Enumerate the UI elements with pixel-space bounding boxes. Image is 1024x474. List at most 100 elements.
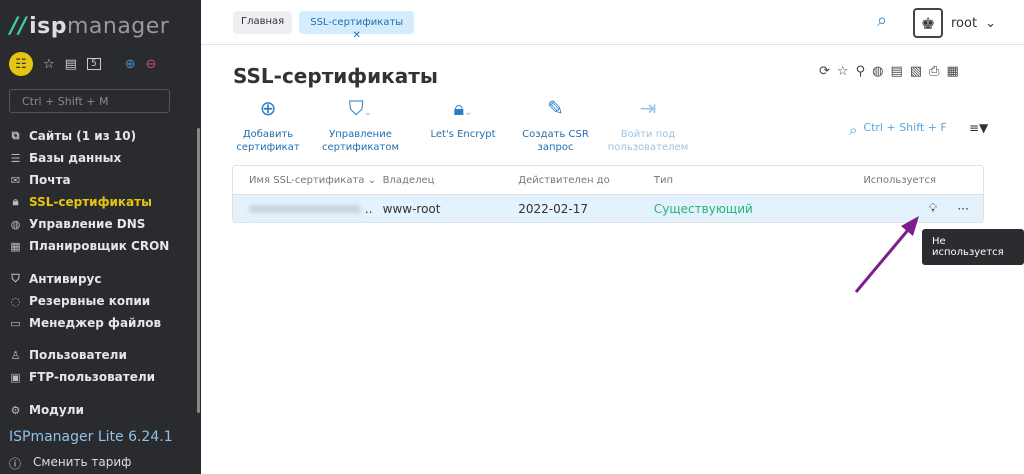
create-csr-button[interactable]: ✎Создать CSR запрос	[508, 102, 603, 154]
column-owner[interactable]: Владелец	[383, 175, 519, 186]
shield-icon: ⛉	[9, 272, 22, 286]
star-icon[interactable]: ☆	[837, 64, 849, 79]
menu-search-input[interactable]: Ctrl + Shift + M	[9, 89, 170, 113]
nav-databases[interactable]: ☰ Базы данных	[9, 151, 121, 165]
breadcrumb: Главная SSL-сертификаты ✕	[233, 11, 414, 34]
tariff-label: Сменить тариф	[33, 455, 131, 472]
cert-owner: www-root	[383, 202, 519, 216]
tree-icon[interactable]: ☷	[9, 52, 33, 76]
nav-label: SSL-сертификаты	[29, 195, 152, 209]
blurred-name	[249, 205, 361, 213]
scrollbar[interactable]	[197, 128, 200, 413]
counter-badge[interactable]: 5	[87, 58, 101, 70]
tab-label: SSL-сертификаты	[310, 17, 403, 28]
action-label: Let's Encrypt	[430, 129, 495, 140]
sidebar-toolbar: ☷ ☆ ▤ 5 ⊕ ⊖	[9, 52, 157, 76]
database-icon: ☰	[9, 152, 22, 165]
star-icon[interactable]: ☆	[43, 57, 55, 72]
nav-modules[interactable]: ⚙ Модули	[9, 403, 84, 417]
nav-label: Управление DNS	[29, 217, 145, 231]
user-icon: ♙	[9, 349, 22, 362]
pin-icon[interactable]: ⚲	[856, 64, 866, 79]
globe-icon[interactable]: ◍	[872, 64, 883, 79]
nav-sites[interactable]: ⧉ Сайты (1 из 10)	[9, 129, 136, 143]
nav-antivirus[interactable]: ⛉ Антивирус	[9, 272, 101, 286]
main-content: Главная SSL-сертификаты ✕ ⌕ ♚ root ⌄ SSL-с…	[201, 0, 1024, 474]
sidebar: //ispmanager ☷ ☆ ▤ 5 ⊕ ⊖ Ctrl + Shift + …	[0, 0, 201, 474]
nav-mail[interactable]: ✉Почта	[9, 173, 71, 187]
plus-circle-icon: ⊕	[233, 102, 303, 128]
close-icon[interactable]: ✕	[353, 30, 361, 41]
more-icon[interactable]: ···	[943, 202, 983, 216]
logo: //ispmanager	[10, 14, 169, 39]
nav-label: Модули	[29, 403, 84, 417]
tab-home[interactable]: Главная	[233, 11, 292, 34]
version-label: ISPmanager Lite 6.24.1	[9, 429, 173, 445]
user-menu[interactable]: ♚ root ⌄	[913, 8, 996, 38]
page-toolbar: ⟳ ☆ ⚲ ◍ ▤ ▧ ⎙ ▦	[819, 64, 959, 79]
nav-label: Базы данных	[29, 151, 121, 165]
folder-icon: ▭	[9, 317, 22, 330]
search-icon[interactable]: ⌕	[877, 10, 887, 31]
chevron-down-icon: ⌄	[985, 16, 996, 31]
avatar: ♚	[913, 8, 943, 38]
nav-label: Сайты (1 из 10)	[29, 129, 136, 143]
action-label: Управление сертификатом	[322, 129, 399, 153]
action-label: Добавить сертификат	[236, 129, 299, 153]
print-icon[interactable]: ⎙	[929, 64, 939, 79]
export-icon[interactable]: ▧	[910, 64, 922, 79]
nav-users[interactable]: ♙ Пользователи	[9, 348, 127, 362]
search-hint: Ctrl + Shift + F	[863, 121, 946, 139]
badge-icon[interactable]: ▤	[65, 57, 77, 72]
refresh-icon[interactable]: ⟳	[819, 64, 830, 79]
settings-table-icon[interactable]: ▦	[946, 64, 958, 79]
add-certificate-button[interactable]: ⊕Добавить сертификат	[233, 102, 303, 154]
filter-icon[interactable]: ≡▼	[969, 121, 988, 135]
mail-icon: ✉	[9, 174, 22, 187]
nav-label: Планировщик CRON	[29, 239, 169, 253]
nav-ftp-users[interactable]: ▣ FTP-пользователи	[9, 370, 155, 384]
nav-label: Менеджер файлов	[29, 316, 161, 330]
nav-dns[interactable]: ◍ Управление DNS	[9, 217, 145, 231]
nav-label: Антивирус	[29, 272, 101, 286]
cert-valid-until: 2022-02-17	[518, 202, 654, 216]
column-used[interactable]: Используется	[863, 175, 943, 186]
shield-gear-icon: ⛉⌄	[303, 102, 418, 128]
action-label: Войти под пользователем	[608, 129, 688, 153]
column-valid-until[interactable]: Действителен до	[518, 175, 654, 186]
username: root	[951, 16, 977, 31]
nav-label: Пользователи	[29, 348, 127, 362]
column-type[interactable]: Тип	[654, 175, 863, 186]
nav-backups[interactable]: ◌Резервные копии	[9, 294, 150, 308]
manage-certificate-button[interactable]: ⛉⌄Управление сертификатом	[303, 102, 418, 154]
action-label: Создать CSR запрос	[522, 129, 589, 153]
table-header: Имя SSL-сертификата ⌄ Владелец Действите…	[233, 166, 983, 194]
collapse-icon[interactable]: ⊖	[146, 57, 157, 72]
table-search[interactable]: ⌕ Ctrl + Shift + F	[849, 121, 947, 139]
cert-name: ..	[233, 202, 383, 216]
ftp-icon: ▣	[9, 371, 22, 384]
info-icon: ⓘ	[9, 455, 21, 472]
login-as-user-button[interactable]: ⇥Войти под пользователем	[603, 102, 693, 154]
nav-cron[interactable]: ▦Планировщик CRON	[9, 239, 169, 253]
lets-encrypt-button[interactable]: 🔒︎⌄Let's Encrypt	[418, 102, 508, 154]
nav-file-manager[interactable]: ▭ Менеджер файлов	[9, 316, 161, 330]
sites-icon: ⧉	[9, 129, 22, 143]
tab-ssl[interactable]: SSL-сертификаты ✕	[299, 11, 414, 34]
column-name[interactable]: Имя SSL-сертификата ⌄	[233, 175, 383, 186]
action-bar: ⊕Добавить сертификат ⛉⌄Управление сертиф…	[233, 102, 693, 154]
tooltip: Не используется	[922, 229, 1024, 265]
globe-icon: ◍	[9, 218, 22, 231]
change-tariff-link[interactable]: ⓘ Сменить тариф	[9, 455, 131, 472]
annotation-arrow	[841, 212, 931, 296]
expand-icon[interactable]: ⊕	[125, 57, 136, 72]
lock-alert-icon: 🔒︎⌄	[418, 102, 508, 128]
puzzle-icon: ⚙	[9, 404, 22, 417]
search-icon: ⌕	[849, 121, 857, 139]
nav-ssl[interactable]: 🔒︎ SSL-сертификаты	[9, 195, 152, 209]
lock-icon: 🔒︎	[9, 195, 22, 209]
nav-label: FTP-пользователи	[29, 370, 155, 384]
name-ellipsis: ..	[365, 202, 373, 216]
nav-label: Резервные копии	[29, 294, 150, 308]
scroll-icon[interactable]: ▤	[890, 64, 902, 79]
